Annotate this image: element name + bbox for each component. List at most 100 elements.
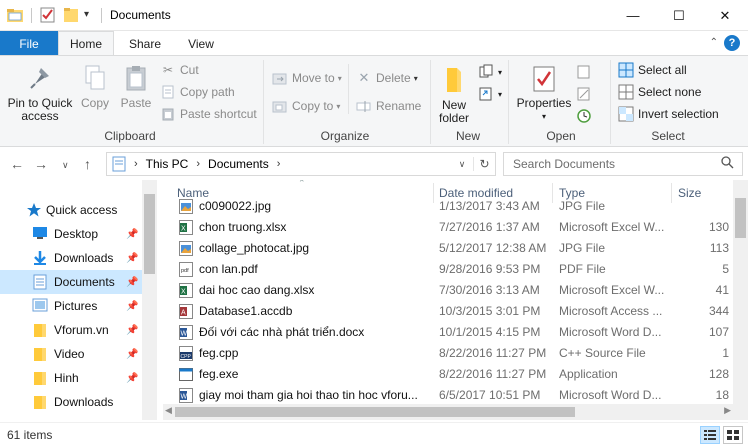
file-list-vertical-scrollbar[interactable] <box>733 180 748 420</box>
cut-button[interactable]: ✂ Cut <box>160 60 199 80</box>
rename-button[interactable]: Rename <box>356 96 421 116</box>
scroll-right-icon[interactable]: ▶ <box>724 405 731 416</box>
file-date: 1/13/2017 3:43 AM <box>439 199 540 213</box>
tab-share[interactable]: Share <box>118 31 172 56</box>
scrollbar-thumb[interactable] <box>735 198 746 238</box>
delete-button[interactable]: ✕ Delete ▾ <box>356 68 418 88</box>
paste-button[interactable]: Paste <box>118 64 154 110</box>
maximize-button[interactable]: ☐ <box>656 0 702 31</box>
breadcrumb-separator-icon[interactable]: › <box>277 158 281 170</box>
pin-icon[interactable]: 📌 <box>126 253 138 264</box>
address-history-icon[interactable]: ∨ <box>451 159 473 170</box>
pin-quick-access-button[interactable]: Pin to Quick access <box>4 64 76 123</box>
tab-view[interactable]: View <box>176 31 226 56</box>
delete-icon: ✕ <box>358 70 370 85</box>
file-row[interactable]: c0090022.jpg 1/13/2017 3:43 AM JPG File <box>163 196 748 217</box>
properties-quick-icon[interactable] <box>40 6 58 26</box>
tab-home[interactable]: Home <box>58 31 114 56</box>
back-button[interactable]: ← <box>10 156 24 172</box>
edit-button[interactable] <box>576 84 596 104</box>
organize-group-label: Organize <box>320 129 370 143</box>
open-group-label: Open <box>546 129 576 143</box>
folder-icon <box>32 322 48 338</box>
nav-item-vforum[interactable]: Vforum.vn 📌 <box>0 318 142 342</box>
nav-label: Vforum.vn <box>54 323 109 337</box>
paste-icon <box>126 66 146 91</box>
copy-to-button[interactable]: Copy to ▾ <box>272 96 340 116</box>
minimize-button[interactable]: — <box>610 0 656 31</box>
file-row[interactable]: A Database1.accdb 10/3/2015 3:01 PM Microso… <box>163 301 748 322</box>
scrollbar-thumb[interactable] <box>144 194 155 274</box>
pin-icon[interactable]: 📌 <box>126 349 138 360</box>
file-row[interactable]: feg.exe 8/22/2016 11:27 PM Application 128 <box>163 364 748 385</box>
nav-item-video[interactable]: Video 📌 <box>0 342 142 366</box>
scrollbar-thumb[interactable] <box>175 407 575 417</box>
file-row[interactable]: Xchon truong.xlsx 7/27/2016 1:37 AM Micros… <box>163 217 748 238</box>
pin-icon[interactable]: 📌 <box>126 325 138 336</box>
file-type: JPG File <box>559 199 606 213</box>
collapse-ribbon-icon[interactable]: ⌃ <box>710 37 718 48</box>
nav-item-downloads[interactable]: Downloads 📌 <box>0 246 142 270</box>
file-row[interactable]: collage_photocat.jpg 5/12/2017 12:38 AM JP… <box>163 238 748 259</box>
up-button[interactable]: ↑ <box>84 156 91 172</box>
explorer-app-icon[interactable] <box>6 6 24 26</box>
open-button[interactable] <box>576 62 596 82</box>
copy-path-button[interactable]: Copy path <box>160 82 235 102</box>
svg-text:pdf: pdf <box>181 268 189 274</box>
invert-selection-button[interactable]: Invert selection <box>618 104 719 124</box>
new-item-button[interactable]: ▾ <box>478 62 502 82</box>
pin-icon[interactable]: 📌 <box>126 229 138 240</box>
breadcrumb-separator-icon[interactable]: › <box>134 158 138 170</box>
breadcrumb-documents[interactable]: Documents <box>208 157 269 171</box>
file-row[interactable]: CPP feg.cpp 8/22/2016 11:27 PM C++ Source F… <box>163 343 748 364</box>
pin-icon[interactable]: 📌 <box>126 373 138 384</box>
address-bar[interactable]: › This PC › Documents › ∨ ↻ <box>106 152 496 176</box>
close-button[interactable]: ✕ <box>702 0 748 31</box>
scroll-left-icon[interactable]: ◀ <box>165 405 172 416</box>
file-size: 113 <box>709 241 729 255</box>
nav-item-hinh[interactable]: Hinh 📌 <box>0 366 142 390</box>
customize-quick-access-icon[interactable]: ▾ <box>84 9 102 29</box>
address-row: ← → ∨ ↑ › This PC › Documents › ∨ ↻ Sear… <box>0 148 748 180</box>
search-input[interactable]: Search Documents <box>503 152 743 176</box>
file-row[interactable]: pdf con lan.pdf 9/28/2016 9:53 PM PDF File 5 <box>163 259 748 280</box>
file-type: Microsoft Word D... <box>559 388 662 402</box>
breadcrumb-this-pc[interactable]: This PC <box>146 157 189 171</box>
copy-button[interactable]: Copy <box>78 64 112 110</box>
nav-item-desktop[interactable]: Desktop 📌 <box>0 222 142 246</box>
move-to-button[interactable]: Move to ▾ <box>272 68 342 88</box>
file-row[interactable]: W Đối với các nhà phát triển.docx 10/1/201… <box>163 322 748 343</box>
scissors-icon: ✂ <box>162 63 174 77</box>
paste-shortcut-button[interactable]: Paste shortcut <box>160 104 257 124</box>
new-folder-quick-icon[interactable] <box>63 6 81 26</box>
properties-button[interactable]: Properties ▾ <box>514 64 574 123</box>
select-all-button[interactable]: Select all <box>618 60 687 80</box>
forward-button[interactable]: → <box>34 156 48 172</box>
new-folder-icon <box>447 68 461 92</box>
pin-icon[interactable]: 📌 <box>126 277 138 288</box>
tab-file[interactable]: File <box>0 31 58 56</box>
new-folder-button[interactable]: New folder <box>436 64 472 125</box>
large-icons-view-button[interactable] <box>723 426 743 444</box>
nav-item-documents[interactable]: Documents 📌 <box>0 270 142 294</box>
nav-item-downloads-folder[interactable]: Downloads <box>0 390 142 414</box>
nav-item-pictures[interactable]: Pictures 📌 <box>0 294 142 318</box>
select-none-button[interactable]: Select none <box>618 82 701 102</box>
select-group-label: Select <box>651 129 685 143</box>
recent-locations-icon[interactable]: ∨ <box>62 160 69 171</box>
details-view-button[interactable] <box>700 426 720 444</box>
nav-scrollbar[interactable] <box>142 180 157 420</box>
refresh-icon[interactable]: ↻ <box>473 157 495 171</box>
history-button[interactable] <box>576 106 596 126</box>
file-row[interactable]: Xdai hoc cao dang.xlsx 7/30/2016 3:13 AM M… <box>163 280 748 301</box>
breadcrumb-separator-icon[interactable]: › <box>196 158 200 170</box>
search-placeholder: Search Documents <box>513 157 616 171</box>
easy-access-button[interactable]: ▾ <box>478 84 502 104</box>
nav-item-quick-access[interactable]: Quick access <box>0 198 142 222</box>
file-row[interactable]: Wgiay moi tham gia hoi thao tin hoc vfor… <box>163 385 748 406</box>
help-icon[interactable]: ? <box>724 35 740 51</box>
file-list-horizontal-scrollbar[interactable]: ◀ ▶ <box>163 404 733 420</box>
pin-icon[interactable]: 📌 <box>126 301 138 312</box>
divider <box>430 60 431 144</box>
divider <box>31 8 32 23</box>
